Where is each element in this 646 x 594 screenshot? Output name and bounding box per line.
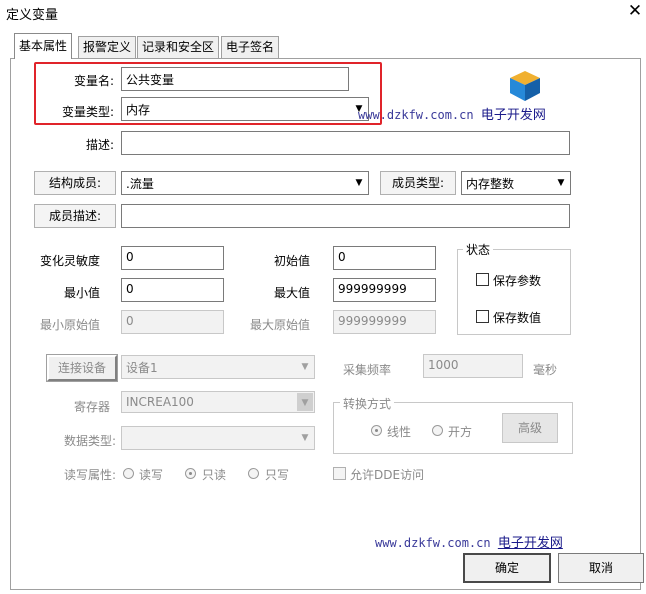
watermark-url: www.dzkfw.com.cn <box>375 536 491 550</box>
register-value: INCREA100 <box>126 395 194 409</box>
max-value-input[interactable]: 999999999 <box>333 278 436 302</box>
save-params-label: 保存参数 <box>493 274 542 288</box>
conversion-option-sqrt: 开方 <box>448 425 473 439</box>
device-value: 设备1 <box>126 361 158 375</box>
tab-record-security[interactable]: 记录和安全区 <box>137 36 220 58</box>
register-select[interactable]: INCREA100 ▼ <box>121 391 315 413</box>
rw-option-readwrite: 读写 <box>139 468 164 482</box>
member-type-select[interactable]: 内存整数 ▼ <box>461 171 571 195</box>
struct-member-label: 结构成员: <box>34 171 116 195</box>
watermark-site-name: 电子开发网 <box>497 536 563 551</box>
rw-radio-readwrite[interactable] <box>123 468 134 479</box>
sample-rate-input[interactable]: 1000 <box>423 354 523 378</box>
sensitivity-input[interactable]: 0 <box>121 246 224 270</box>
init-value-input[interactable]: 0 <box>333 246 436 270</box>
conversion-option-linear: 线性 <box>387 425 412 439</box>
min-raw-input[interactable]: 0 <box>121 310 224 334</box>
rw-option-readonly: 只读 <box>202 468 227 482</box>
title-bar <box>0 0 646 26</box>
chevron-down-icon[interactable]: ▼ <box>297 393 313 411</box>
max-value-label: 最大值 <box>273 286 310 300</box>
tab-alarm-definition[interactable]: 报警定义 <box>78 36 137 58</box>
min-value-input[interactable]: 0 <box>121 278 224 302</box>
save-values-checkbox[interactable] <box>476 310 489 323</box>
register-label: 寄存器 <box>73 400 110 414</box>
connect-device-button[interactable]: 连接设备 <box>46 354 118 382</box>
dde-checkbox[interactable] <box>333 467 346 480</box>
sample-rate-label: 采集频率 <box>343 363 392 377</box>
min-value-label: 最小值 <box>63 286 100 300</box>
advanced-button[interactable]: 高级 <box>502 413 558 443</box>
window-title: 定义变量 <box>6 8 59 23</box>
sensitivity-label: 变化灵敏度 <box>39 254 100 268</box>
tab-basic-properties[interactable]: 基本属性 <box>14 33 73 59</box>
watermark-site-name: 电子开发网 <box>480 108 546 123</box>
rw-option-writeonly: 只写 <box>265 468 290 482</box>
highlight-box <box>34 62 382 125</box>
max-raw-label: 最大原始值 <box>249 318 310 332</box>
app-logo-icon <box>508 70 542 102</box>
chevron-down-icon[interactable]: ▼ <box>297 357 313 377</box>
member-type-label: 成员类型: <box>380 171 456 195</box>
close-icon[interactable]: ✕ <box>624 0 646 22</box>
rw-radio-readonly[interactable] <box>185 468 196 479</box>
save-values-label: 保存数值 <box>493 311 542 325</box>
chevron-down-icon[interactable]: ▼ <box>351 173 367 193</box>
watermark-bottom: www.dzkfw.com.cn 电子开发网 <box>375 532 563 551</box>
conversion-radio-linear[interactable] <box>371 425 382 436</box>
max-raw-input[interactable]: 999999999 <box>333 310 436 334</box>
member-type-value: 内存整数 <box>466 177 515 191</box>
min-raw-label: 最小原始值 <box>39 318 100 332</box>
conversion-radio-sqrt[interactable] <box>432 425 443 436</box>
device-select[interactable]: 设备1 ▼ <box>121 355 315 379</box>
save-params-checkbox[interactable] <box>476 273 489 286</box>
conversion-legend: 转换方式 <box>340 395 395 412</box>
description-input[interactable] <box>121 131 570 155</box>
tab-e-signature[interactable]: 电子签名 <box>221 36 280 58</box>
member-desc-label: 成员描述: <box>34 204 116 228</box>
sample-rate-unit: 毫秒 <box>533 363 558 377</box>
cancel-button[interactable]: 取消 <box>558 553 644 583</box>
data-type-label: 数据类型: <box>63 434 116 448</box>
init-value-label: 初始值 <box>273 254 310 268</box>
ok-button[interactable]: 确定 <box>463 553 551 583</box>
rw-attr-label: 读写属性: <box>63 468 116 482</box>
struct-member-value: .流量 <box>126 177 154 191</box>
description-label: 描述: <box>85 138 114 152</box>
chevron-down-icon[interactable]: ▼ <box>297 428 313 448</box>
member-desc-input[interactable] <box>121 204 570 228</box>
rw-radio-writeonly[interactable] <box>248 468 259 479</box>
dde-label: 允许DDE访问 <box>350 468 425 482</box>
struct-member-select[interactable]: .流量 ▼ <box>121 171 369 195</box>
status-legend: 状态 <box>463 241 494 258</box>
watermark-top: www.dzkfw.com.cn 电子开发网 <box>358 104 546 123</box>
chevron-down-icon[interactable]: ▼ <box>553 173 569 193</box>
watermark-url: www.dzkfw.com.cn <box>358 108 474 122</box>
data-type-select[interactable]: ▼ <box>121 426 315 450</box>
